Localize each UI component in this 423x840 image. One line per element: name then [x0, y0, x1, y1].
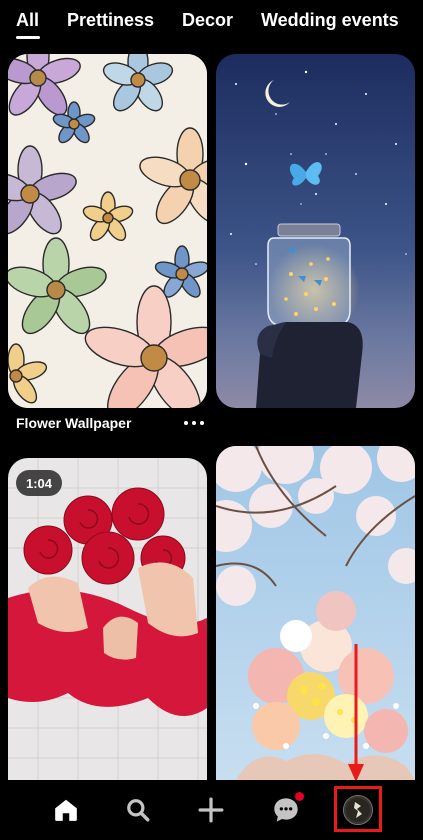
home-icon [55, 799, 77, 821]
nav-home-button[interactable] [44, 790, 88, 830]
video-duration-badge: 1:04 [16, 470, 62, 496]
pin-butterfly-jar[interactable] [216, 54, 415, 408]
active-tab-indicator [16, 36, 40, 39]
nav-create-button[interactable] [189, 790, 233, 830]
category-tabs: All Prettiness Decor Wedding events [0, 0, 423, 44]
search-icon [127, 799, 150, 822]
avatar [343, 795, 373, 825]
pin-flower-wallpaper[interactable] [8, 54, 207, 408]
pin-paper-roses-video[interactable] [8, 458, 207, 780]
cherry-blossom-image [216, 446, 415, 780]
nav-search-button[interactable] [116, 790, 160, 830]
notification-badge [295, 792, 304, 801]
chat-bubble-icon [274, 798, 298, 822]
tab-wedding-events[interactable]: Wedding events [261, 10, 399, 31]
paper-roses-image [8, 458, 207, 780]
tab-decor[interactable]: Decor [182, 10, 233, 31]
tab-all[interactable]: All [16, 10, 39, 31]
nav-profile-button[interactable] [336, 790, 380, 830]
nav-messages-button[interactable] [264, 790, 308, 830]
pin-cherry-blossom-bouquet[interactable] [216, 446, 415, 780]
pin-caption: Flower Wallpaper [16, 415, 132, 431]
tab-prettiness[interactable]: Prettiness [67, 10, 154, 31]
bottom-nav-bar [0, 780, 423, 840]
plus-icon [198, 797, 224, 823]
butterfly-jar-image [216, 54, 415, 408]
flower-wallpaper-image [8, 54, 207, 408]
pin-more-options-button[interactable] [182, 415, 206, 431]
